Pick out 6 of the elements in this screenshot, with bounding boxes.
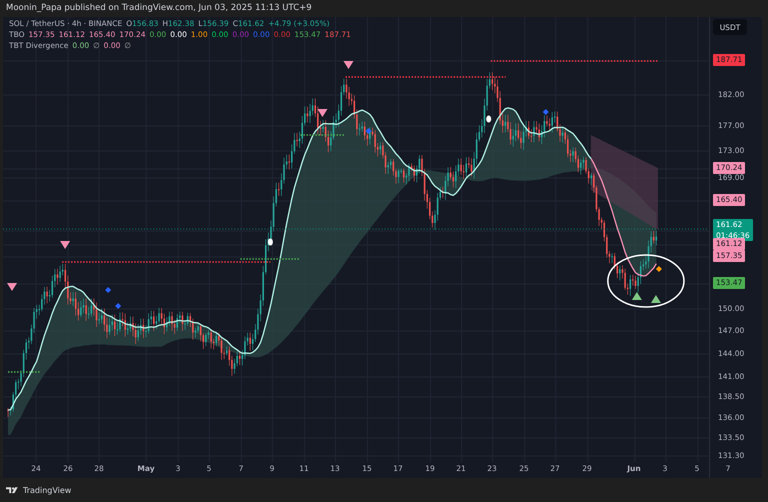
support-line: [8, 371, 40, 373]
brand-name: TradingView: [23, 486, 72, 494]
support-line: [300, 134, 346, 136]
tradingview-logo-icon: [6, 486, 19, 494]
support-line: [240, 258, 300, 260]
publisher-caption: Moonin_Papa published on TradingView.com, Jun 03, 2025 11:13 UTC+9: [5, 2, 313, 15]
